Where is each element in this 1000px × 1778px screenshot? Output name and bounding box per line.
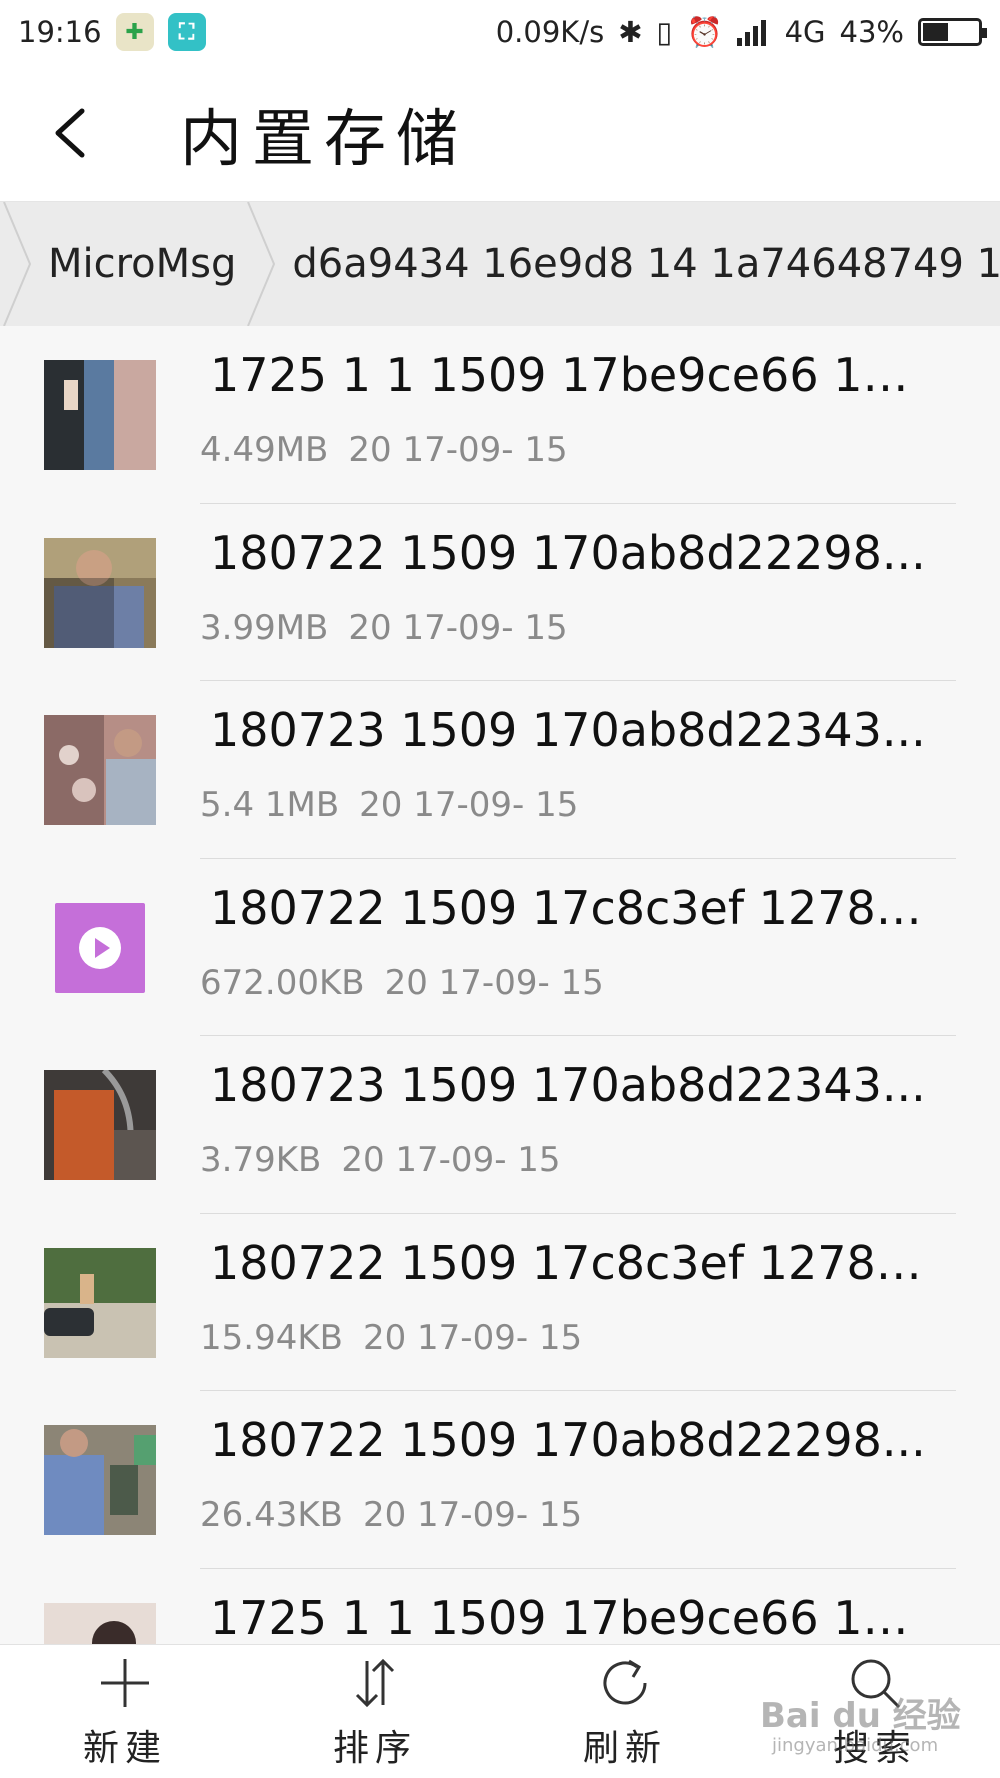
alarm-icon: ⏰ — [686, 14, 723, 49]
file-size: 4.49MB — [200, 430, 329, 470]
plus-icon — [101, 1658, 149, 1707]
file-date: 20 17-09- 15 — [362, 1495, 583, 1535]
watermark-logo: Bai du 经验 — [760, 1696, 961, 1736]
file-meta: 672.00KB 20 17-09- 15 — [200, 963, 604, 1003]
page-title: 内置存储 — [180, 101, 469, 175]
refresh-label: 刷新 — [582, 1727, 667, 1769]
file-name: 1725 1 1 1509 17be9ce66 174 1... — [210, 1590, 930, 1645]
list-item[interactable]: 1725 1 1 1509 17be9ce66 174 1... — [0, 1569, 1000, 1645]
list-item[interactable]: 180723 1509 170ab8d22343... 5.4 1MB 20 17… — [0, 681, 1000, 859]
file-date: 20 17-09- 15 — [384, 962, 604, 1003]
file-meta: 15.94KB 20 17-09- 15 — [200, 1318, 582, 1358]
refresh-icon — [603, 1659, 647, 1704]
file-size: 15.94KB — [200, 1317, 343, 1358]
network-type: 4G — [784, 15, 826, 49]
net-speed: 0.09K/s — [495, 15, 605, 49]
bluetooth-icon: ✱ — [618, 15, 643, 49]
breadcrumb: MicroMsg d6a9434 16e9d8 14 1a74648749 1 — [0, 202, 1000, 326]
status-time: 19:16 — [18, 15, 102, 49]
photo-thumbnail — [44, 715, 156, 825]
file-name: 180722 1509 170ab8d22298... — [210, 1413, 926, 1467]
list-item[interactable]: 180722 1509 170ab8d22298... 26.43KB 20 17… — [0, 1391, 1000, 1569]
back-button[interactable] — [40, 93, 100, 173]
signal-icon — [736, 20, 766, 46]
status-bar: 19:16 ✚ ⛶ 0.09K/s ✱ ▯ ⏰ 4G 43% — [0, 0, 1000, 64]
new-button[interactable]: 新建 — [0, 1645, 250, 1778]
app-bar: 内置存储 — [0, 64, 1000, 202]
file-date: 20 17-09- 15 — [348, 430, 568, 470]
screenshot-icon: ⛶ — [167, 13, 206, 51]
breadcrumb-chevron-icon — [247, 202, 276, 326]
file-date: 20 17-09- 15 — [341, 1140, 561, 1180]
security-app-icon: ✚ — [115, 13, 154, 51]
photo-thumbnail — [44, 1602, 156, 1644]
battery-level — [923, 23, 948, 41]
photo-thumbnail — [44, 537, 156, 648]
sort-label: 排序 — [332, 1727, 417, 1769]
chevron-left-icon — [55, 108, 85, 157]
file-meta: 3.99MB 20 17-09- 15 — [200, 608, 568, 648]
file-size: 26.43KB — [200, 1495, 343, 1535]
file-name: 180722 1509 170ab8d22298... — [210, 525, 926, 580]
file-size: 3.99MB — [200, 607, 329, 648]
file-meta: 26.43KB 20 17-09- 15 — [200, 1495, 582, 1535]
file-size: 672.00KB — [200, 962, 365, 1003]
refresh-button[interactable]: 刷新 — [500, 1645, 750, 1778]
vibrate-icon: ▯ — [656, 15, 673, 49]
video-file-icon — [55, 902, 145, 993]
file-meta: 3.79KB 20 17-09- 15 — [200, 1140, 561, 1180]
list-item[interactable]: 1725 1 1 1509 17be9ce66 174 1... 4.49MB 2… — [0, 326, 1000, 504]
watermark-url: jingyan.baidu.com — [772, 1735, 939, 1756]
file-size: 5.4 1MB — [200, 785, 340, 825]
file-meta: 4.49MB 20 17-09- 15 — [200, 430, 568, 470]
file-date: 20 17-09- 15 — [362, 1317, 583, 1358]
battery-icon — [918, 18, 987, 46]
file-size: 3.79KB — [200, 1140, 322, 1180]
breadcrumb-item-micromsg[interactable]: MicroMsg — [40, 241, 244, 287]
breadcrumb-chevron-icon — [3, 202, 32, 326]
file-date: 20 17-09- 15 — [348, 607, 568, 648]
file-name: 180723 1509 170ab8d22343... — [210, 1058, 926, 1112]
list-item[interactable]: 180722 1509 170ab8d22298... 3.99MB 20 17-… — [0, 504, 1000, 681]
list-item[interactable]: 180723 1509 170ab8d22343... 3.79KB 20 17-… — [0, 1036, 1000, 1214]
file-list: 1725 1 1 1509 17be9ce66 174 1... 4.49MB 2… — [0, 326, 1000, 1644]
file-name: 180723 1509 170ab8d22343... — [210, 703, 926, 757]
new-label: 新建 — [82, 1727, 167, 1769]
breadcrumb-item-folder[interactable]: d6a9434 16e9d8 14 1a74648749 1 — [284, 241, 1000, 287]
photo-thumbnail — [44, 1425, 156, 1535]
photo-thumbnail — [44, 1070, 156, 1180]
file-name: 180722 1509 17c8c3ef 12786... — [210, 1235, 930, 1290]
list-item[interactable]: 180722 1509 17c8c3ef 12786... 15.94KB 20 … — [0, 1214, 1000, 1391]
file-date: 20 17-09- 15 — [359, 785, 579, 825]
file-meta: 5.4 1MB 20 17-09- 15 — [200, 785, 578, 825]
sort-icon — [355, 1658, 395, 1707]
battery-percent: 43% — [839, 15, 904, 49]
file-name: 180722 1509 17c8c3ef 12786... — [210, 880, 930, 935]
sort-button[interactable]: 排序 — [250, 1645, 500, 1778]
list-item[interactable]: 180722 1509 17c8c3ef 12786... 672.00KB 20… — [0, 859, 1000, 1036]
photo-thumbnail — [44, 360, 156, 470]
file-name: 1725 1 1 1509 17be9ce66 174 1... — [210, 348, 930, 402]
photo-thumbnail — [44, 1247, 156, 1358]
